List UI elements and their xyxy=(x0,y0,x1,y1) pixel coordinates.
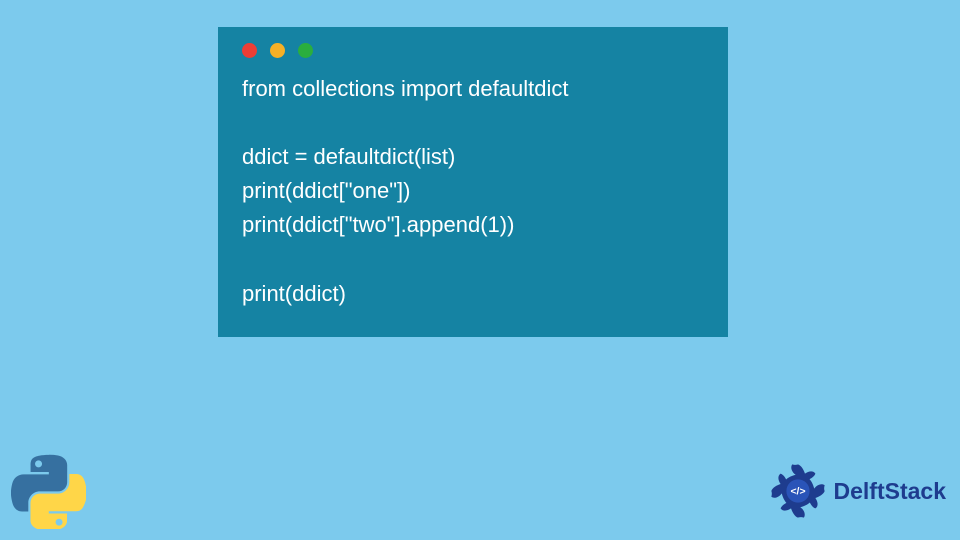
svg-text:</>: </> xyxy=(790,486,805,497)
brand-name: DelftStack xyxy=(834,478,946,505)
python-logo-icon xyxy=(11,454,86,529)
window-traffic-lights xyxy=(218,27,728,72)
delftstack-brand: </> DelftStack xyxy=(769,462,946,520)
traffic-light-minimize-icon xyxy=(270,43,285,58)
traffic-light-maximize-icon xyxy=(298,43,313,58)
traffic-light-close-icon xyxy=(242,43,257,58)
delftstack-logo-icon: </> xyxy=(769,462,827,520)
code-window: from collections import defaultdict ddic… xyxy=(218,27,728,337)
code-block: from collections import defaultdict ddic… xyxy=(218,72,728,311)
